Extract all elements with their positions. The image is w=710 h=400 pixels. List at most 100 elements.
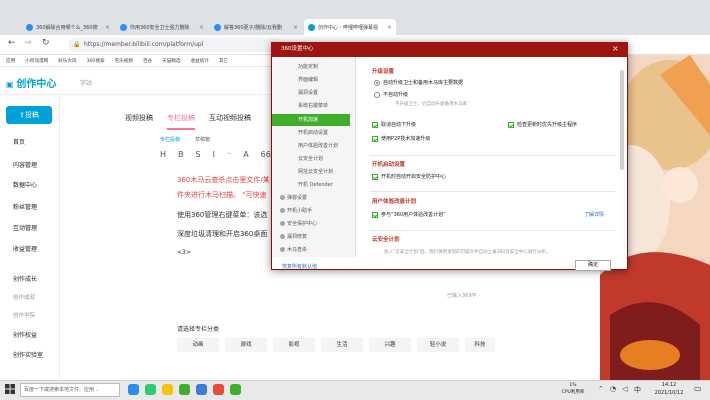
dialog-nav-group[interactable]: 弹窗设置 <box>287 194 307 201</box>
learn-more-link[interactable]: 了解详情 <box>584 211 604 218</box>
font-color-button[interactable]: A <box>243 150 248 159</box>
sub-button[interactable]: ⁻ <box>227 150 231 159</box>
close-icon[interactable]: × <box>612 44 619 53</box>
bookmark[interactable]: 好乐大风 <box>58 58 76 64</box>
edge-icon[interactable] <box>196 384 207 395</box>
tab-video[interactable]: 视频投稿 <box>125 113 153 130</box>
dialog-nav-item[interactable]: 系统右键菜单 <box>298 102 328 109</box>
bookmark[interactable]: 宅乐视频 <box>115 58 133 64</box>
sidebar-item-lab[interactable]: 创作实验室 <box>0 350 60 362</box>
cpu-label: CPU利用率 <box>561 390 585 395</box>
reload-icon[interactable]: ↻ <box>42 38 50 48</box>
app-icon[interactable] <box>213 384 224 395</box>
dialog-nav-group[interactable]: 木马查杀 <box>287 246 307 253</box>
forward-icon[interactable]: → <box>24 38 32 48</box>
task-view-icon[interactable] <box>128 384 139 395</box>
sidebar-item-fans[interactable]: 粉丝管理 <box>0 202 60 214</box>
taskbar-search-input[interactable]: 百度一下或搜索本地文件、应用… <box>20 383 120 397</box>
sidebar-item-interaction[interactable]: 互动管理 <box>0 223 60 235</box>
category-option[interactable]: 生活 <box>321 338 363 352</box>
ime-icon[interactable]: 中 <box>634 385 641 395</box>
publish-button[interactable]: ⇪ 投稿 <box>6 106 52 124</box>
sidebar-item-content[interactable]: 内容管理 <box>0 160 60 172</box>
close-icon[interactable]: × <box>293 24 298 31</box>
bookmark[interactable]: 小鸡动漫网 <box>25 58 48 64</box>
logo-text: 创作中心 <box>16 79 57 90</box>
browser-tab[interactable]: 你用360安全卫士强力删除 × <box>116 19 208 35</box>
bookmark[interactable]: 360搜索 <box>87 58 105 64</box>
sidebar-item-growth[interactable]: 创作成长 <box>0 274 60 286</box>
site-logo[interactable]: ▣ 创作中心 <box>6 75 56 90</box>
category-option[interactable]: 轻小说 <box>417 338 459 352</box>
category-option[interactable]: 兴趣 <box>369 338 411 352</box>
dialog-nav-item[interactable]: 网址云安全计划 <box>298 168 333 175</box>
checkbox-boot-protect[interactable]: 开机时自动开启安全防护中心 <box>372 173 446 180</box>
checkbox-cancel-upgrade[interactable]: 取消自动下升级 <box>372 121 416 128</box>
word-count: 已输入369字 <box>447 293 477 299</box>
tab-interactive[interactable]: 互动视频投稿 <box>209 113 251 130</box>
folder-icon[interactable] <box>162 384 173 395</box>
ok-button[interactable]: 确定 <box>575 260 611 271</box>
close-icon[interactable]: × <box>387 24 392 31</box>
dialog-nav-group[interactable]: 漏洞修复 <box>287 233 307 240</box>
tab-label: 你用360安全卫士强力删除 <box>130 24 190 31</box>
category-option[interactable]: 动画 <box>177 338 219 352</box>
sidebar-subitem[interactable]: 创作学院 <box>0 310 60 322</box>
wechat-icon[interactable] <box>179 384 190 395</box>
address-bar[interactable]: 🔒 https://member.bilibili.com/platform/u… <box>68 38 278 52</box>
network-icon[interactable]: ◔ <box>610 385 616 393</box>
clock[interactable]: 14:12 2021/10/12 <box>648 381 690 397</box>
quote-button[interactable]: 66 <box>261 150 271 159</box>
dialog-nav-item[interactable]: 开机启动设置 <box>298 129 328 136</box>
bookmark[interactable]: 天猫精选 <box>162 58 180 64</box>
radio-auto-upgrade[interactable]: 自动升级卫士和备用木马库主要数据 <box>374 79 463 86</box>
category-option[interactable]: 影视 <box>273 338 315 352</box>
dialog-nav-item[interactable]: 漏洞设置 <box>298 89 318 96</box>
dialog-nav-item-selected[interactable]: 开机加速 <box>272 114 350 126</box>
bookmark[interactable]: 其它 <box>219 58 228 64</box>
category-option[interactable]: 科技 <box>465 338 495 352</box>
volume-icon[interactable]: ◁ <box>622 385 627 393</box>
patch-icon <box>280 234 285 239</box>
dialog-nav-item[interactable]: 界面编辑 <box>298 76 318 83</box>
restore-defaults-link[interactable]: 恢复所有默认值 <box>282 263 317 270</box>
bookmark[interactable]: 收益统计 <box>191 58 209 64</box>
category-option[interactable]: 游戏 <box>225 338 267 352</box>
close-icon[interactable]: × <box>199 24 204 31</box>
sidebar-subitem[interactable]: 创作成就 <box>0 292 60 304</box>
dialog-nav-item[interactable]: 开机 Defender <box>298 181 333 188</box>
bookmark[interactable]: 应用 <box>6 58 15 64</box>
italic-button[interactable]: I <box>213 150 215 159</box>
bold-button[interactable]: B <box>178 150 184 159</box>
sidebar-item-income[interactable]: 收益管理 <box>0 244 60 256</box>
checkbox-ux-plan[interactable]: 参与“360用户体验改善计划” <box>372 211 446 218</box>
dialog-nav-item[interactable]: 云安全计划 <box>298 155 323 162</box>
back-icon[interactable]: ← <box>8 38 16 48</box>
dialog-nav-group[interactable]: 安全保护中心 <box>287 220 317 227</box>
dialog-nav-item[interactable]: 用户体验改善计划 <box>298 142 338 149</box>
bookmark[interactable]: 百谷 <box>143 58 152 64</box>
checkbox-prefer-main[interactable]: 检查更新时优先升级主程序 <box>508 121 577 128</box>
browser-tab[interactable]: 解答360更子/删除/云我删 × <box>210 19 302 35</box>
sidebar-item-rights[interactable]: 创作权益 <box>0 330 60 342</box>
sidebar-item-home[interactable]: 首页 <box>0 137 60 149</box>
subtab-article[interactable]: 专栏投稿 <box>160 136 180 143</box>
radio-no-upgrade[interactable]: 不自动升级 <box>374 91 408 98</box>
browser-360-icon[interactable] <box>230 384 241 395</box>
notification-icon[interactable]: ▭ <box>694 384 702 393</box>
heading-button[interactable]: H <box>160 150 166 159</box>
checkbox-p2p[interactable]: 使用P2P技术加速升级 <box>372 135 430 142</box>
dialog-nav-item[interactable]: 功能定制 <box>298 63 318 70</box>
close-icon[interactable]: × <box>105 24 110 31</box>
app-icon[interactable] <box>145 384 156 395</box>
sidebar-item-data[interactable]: 数据中心 <box>0 180 60 192</box>
windows-start-icon[interactable] <box>4 383 16 395</box>
browser-tab[interactable]: 360解除合用哪个么_360搜 × <box>22 19 114 35</box>
browser-tab-active[interactable]: 创作中心 - 哔哩哔哩弹幕视 × <box>304 19 396 35</box>
tray-chevron-icon[interactable]: ⌃ <box>598 385 604 393</box>
dialog-scrollbar[interactable] <box>620 70 624 170</box>
tab-article[interactable]: 专栏投稿 <box>167 113 195 130</box>
dialog-nav-group[interactable]: 开机小助手 <box>287 207 312 214</box>
subtab-drafts[interactable]: 草稿箱 <box>195 136 210 143</box>
strike-button[interactable]: S <box>196 150 201 159</box>
